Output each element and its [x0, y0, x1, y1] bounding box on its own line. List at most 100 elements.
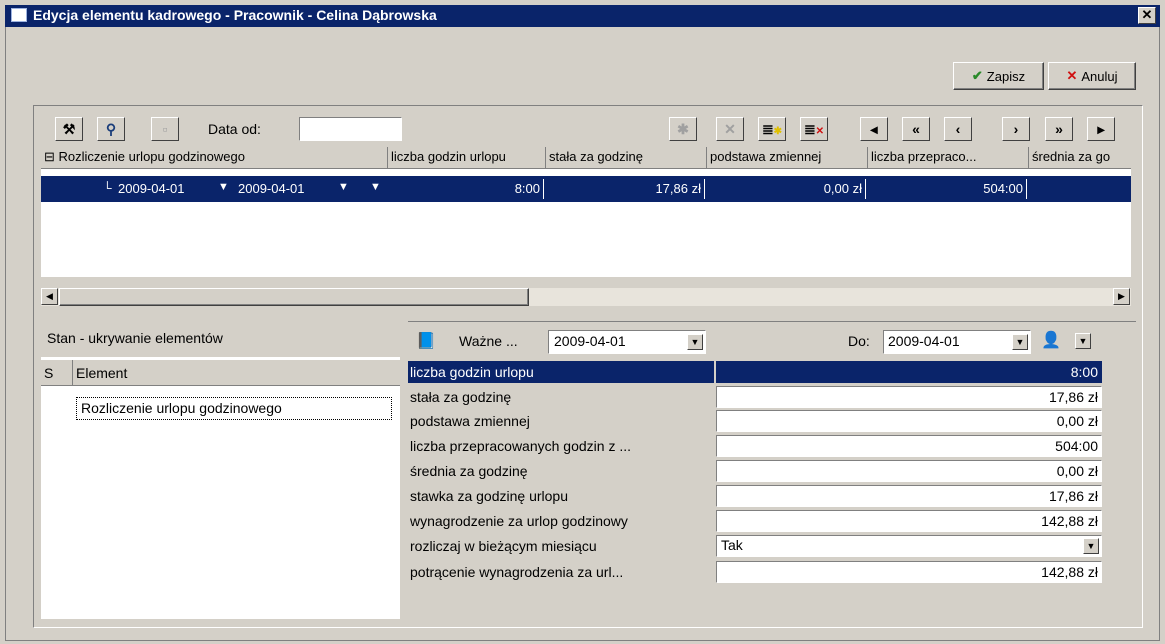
- nav-next-button[interactable]: ›: [1002, 117, 1030, 141]
- nav-start-button[interactable]: ◂: [860, 117, 888, 141]
- triangle-right-icon: ▸: [1097, 120, 1105, 137]
- prop-label-avg: średnia za godzinę: [410, 463, 528, 479]
- prop-value-base[interactable]: 0,00 zł: [716, 410, 1102, 432]
- row-date-to[interactable]: 2009-04-01: [238, 179, 334, 199]
- col-header-base[interactable]: podstawa zmiennej: [707, 147, 868, 169]
- delete-icon: ✕: [724, 120, 736, 137]
- placeholder-icon: ▫: [162, 121, 168, 137]
- valid-from-dropdown-icon[interactable]: ▼: [687, 334, 703, 350]
- person-dropdown-icon[interactable]: ▼: [1075, 333, 1091, 349]
- valid-label: Ważne ...: [459, 333, 518, 349]
- prop-value-worked[interactable]: 504:00: [716, 435, 1102, 457]
- prop-value-leave-rate[interactable]: 17,86 zł: [716, 485, 1102, 507]
- valid-to-select[interactable]: 2009-04-01 ▼: [883, 330, 1031, 354]
- col-header-avg[interactable]: średnia za go: [1029, 147, 1131, 169]
- disabled-tool-button[interactable]: ▫: [151, 117, 179, 141]
- prop-value-deduction[interactable]: 142,88 zł: [716, 561, 1102, 583]
- valid-from-select[interactable]: 2009-04-01 ▼: [548, 330, 706, 354]
- grid-tree-header[interactable]: ⊟ Rozliczenie urlopu godzinowego: [41, 147, 388, 169]
- col-header-rate-label: stała za godzinę: [549, 149, 643, 164]
- prop-label-salary: wynagrodzenie za urlop godzinowy: [410, 513, 628, 529]
- prop-value-current-month-select[interactable]: Tak ▼: [716, 535, 1102, 557]
- row-worked[interactable]: 504:00: [870, 179, 1027, 199]
- double-chevron-left-icon: «: [912, 121, 920, 137]
- prop-value-salary[interactable]: 142,88 zł: [716, 510, 1102, 532]
- date-from-input[interactable]: [299, 117, 402, 141]
- col-header-s-label: S: [44, 365, 54, 381]
- col-header-worked-label: liczba przepraco...: [871, 149, 977, 164]
- scroll-right-button[interactable]: ▶: [1113, 288, 1130, 305]
- person-icon[interactable]: 👤: [1041, 330, 1061, 350]
- col-header-rate[interactable]: stała za godzinę: [546, 147, 707, 169]
- tree-connector-icon: └: [103, 181, 112, 195]
- row-rate[interactable]: 17,86 zł: [548, 179, 705, 199]
- detail-tab-strip: [408, 314, 1136, 322]
- hammer-wrench-icon: ⚒: [62, 120, 76, 137]
- remove-row-button[interactable]: ≣✕: [800, 117, 828, 141]
- scroll-left-icon: ◀: [46, 291, 53, 301]
- col-header-hours-label: liczba godzin urlopu: [391, 149, 506, 164]
- magnifier-icon: ⚲: [105, 120, 117, 137]
- save-button[interactable]: ✔ Zapisz: [953, 62, 1044, 90]
- date-from-dropdown-icon[interactable]: ▼: [218, 181, 229, 193]
- nav-prev-button[interactable]: ‹: [944, 117, 972, 141]
- book-icon: 📘: [416, 333, 436, 350]
- to-label: Do:: [848, 333, 870, 349]
- delete-button[interactable]: ✕: [716, 117, 744, 141]
- valid-to-dropdown-icon[interactable]: ▼: [1012, 334, 1028, 350]
- prop-label-leave-rate: stawka za godzinę urlopu: [410, 488, 568, 504]
- valid-from-value: 2009-04-01: [554, 333, 626, 349]
- nav-end-button[interactable]: ▸: [1087, 117, 1115, 141]
- prop-value-rate[interactable]: 17,86 zł: [716, 386, 1102, 408]
- prop-label-rate: stała za godzinę: [410, 389, 512, 405]
- row-hours[interactable]: 8:00: [390, 179, 544, 199]
- col-header-element-label: Element: [76, 365, 128, 381]
- tools-button[interactable]: ⚒: [55, 117, 83, 141]
- cancel-button[interactable]: ✕ Anuluj: [1048, 62, 1136, 90]
- new-button[interactable]: ✱: [669, 117, 697, 141]
- list-item-label: Rozliczenie urlopu godzinowego: [81, 400, 282, 416]
- row-dropdown-icon[interactable]: ▼: [370, 181, 381, 193]
- search-button[interactable]: ⚲: [97, 117, 125, 141]
- prop-label-hours: liczba godzin urlopu: [408, 361, 714, 383]
- col-header-worked[interactable]: liczba przepraco...: [868, 147, 1029, 169]
- add-row-button[interactable]: ≣✱: [758, 117, 786, 141]
- prop-label-worked: liczba przepracowanych godzin z ...: [410, 438, 631, 454]
- tree-collapse-icon: ⊟: [44, 149, 55, 164]
- col-header-base-label: podstawa zmiennej: [710, 149, 822, 164]
- double-chevron-right-icon: »: [1055, 121, 1063, 137]
- col-header-element[interactable]: Element: [73, 360, 400, 386]
- col-header-avg-label: średnia za go: [1032, 149, 1111, 164]
- chevron-right-icon: ›: [1013, 121, 1019, 137]
- scroll-right-icon: ▶: [1118, 291, 1125, 301]
- prop-value-avg[interactable]: 0,00 zł: [716, 460, 1102, 482]
- tree-header-label: Rozliczenie urlopu godzinowego: [58, 149, 245, 164]
- date-to-dropdown-icon[interactable]: ▼: [338, 181, 349, 193]
- nav-next-page-button[interactable]: »: [1045, 117, 1073, 141]
- star-icon: ✱: [677, 120, 689, 137]
- left-panel-title: Stan - ukrywanie elementów: [47, 330, 223, 346]
- close-icon: ✕: [1141, 7, 1153, 22]
- prop-label-base: podstawa zmiennej: [410, 413, 530, 429]
- nav-prev-page-button[interactable]: «: [902, 117, 930, 141]
- prop-value-hours[interactable]: 8:00: [716, 361, 1102, 383]
- valid-to-value: 2009-04-01: [888, 333, 960, 349]
- scroll-left-button[interactable]: ◀: [41, 288, 58, 305]
- cancel-x-icon: ✕: [1066, 68, 1078, 83]
- save-button-label: Zapisz: [986, 68, 1026, 84]
- prop-label-deduction: potrącenie wynagrodzenia za url...: [410, 564, 624, 580]
- list-remove-icon: ≣✕: [803, 120, 825, 137]
- current-month-dropdown-icon[interactable]: ▼: [1083, 538, 1099, 554]
- scroll-thumb[interactable]: [59, 288, 529, 306]
- col-header-s[interactable]: S: [41, 360, 73, 386]
- close-button[interactable]: ✕: [1138, 7, 1156, 24]
- col-header-hours[interactable]: liczba godzin urlopu: [388, 147, 546, 169]
- list-item[interactable]: Rozliczenie urlopu godzinowego: [76, 397, 392, 420]
- row-date-from[interactable]: 2009-04-01: [118, 179, 214, 199]
- chevron-left-icon: ‹: [955, 121, 961, 137]
- row-base[interactable]: 0,00 zł: [709, 179, 866, 199]
- title-bar[interactable]: Edycja elementu kadrowego - Pracownik - …: [5, 5, 1160, 27]
- date-from-label: Data od:: [208, 121, 261, 137]
- list-add-icon: ≣✱: [761, 120, 783, 137]
- cancel-button-label: Anuluj: [1081, 68, 1118, 84]
